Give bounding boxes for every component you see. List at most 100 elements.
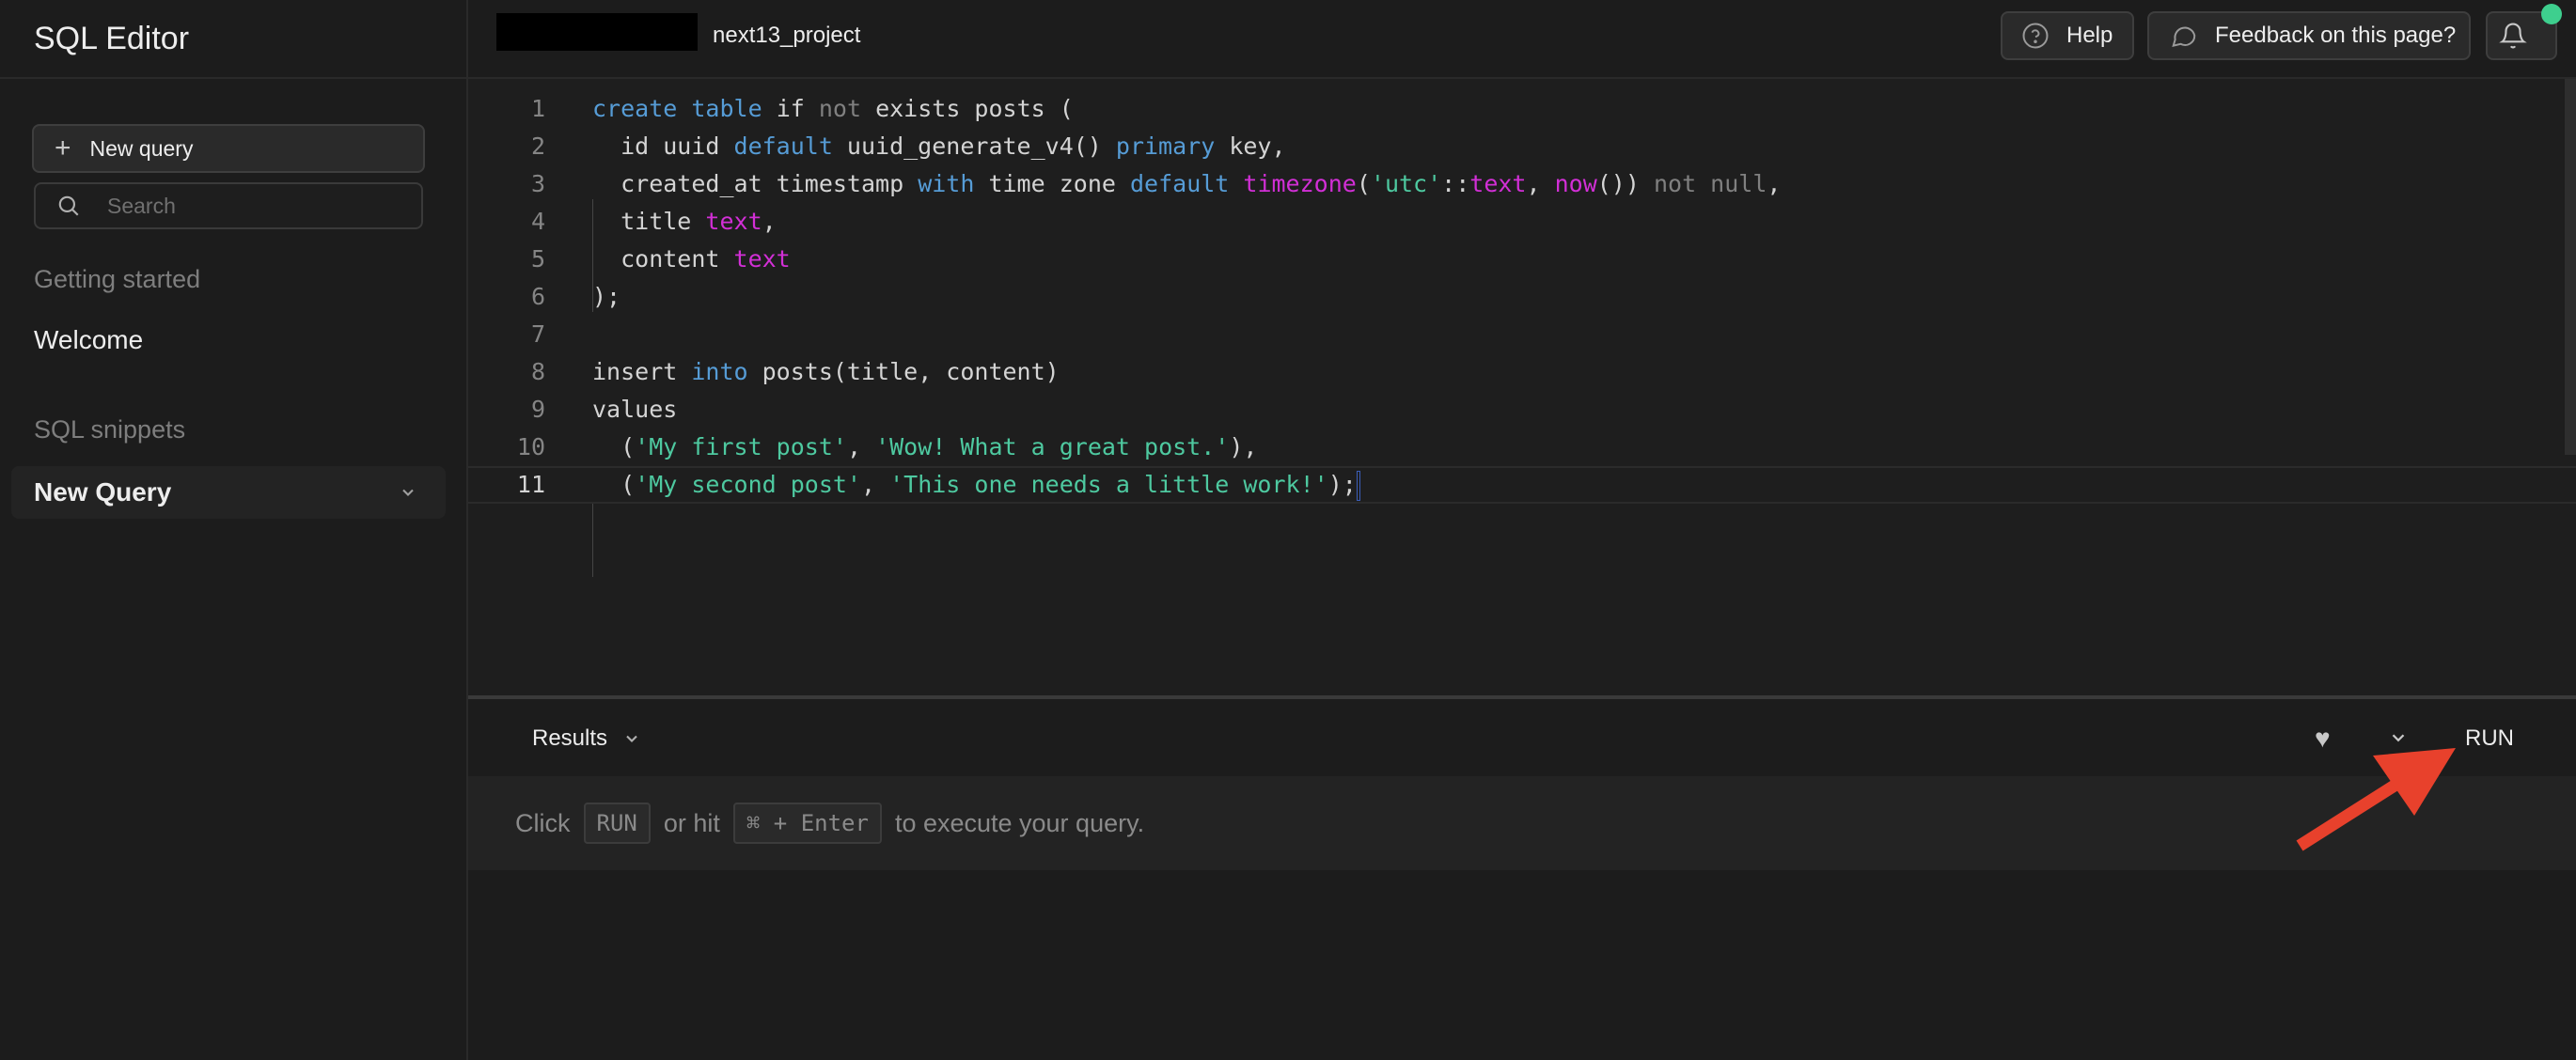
feedback-label: Feedback on this page?	[2215, 23, 2457, 48]
line-number: 4	[530, 208, 545, 235]
code-token: ())	[1596, 170, 1654, 197]
code-text: id uuid default uuid_generate_v4() prima…	[592, 128, 1285, 165]
new-query-button[interactable]: + New query	[32, 124, 425, 173]
sidebar-header: SQL Editor	[0, 0, 466, 79]
code-token: default	[733, 132, 833, 160]
code-token: primary	[1115, 132, 1216, 160]
line-number: 3	[530, 170, 545, 197]
run-kbd: RUN	[583, 803, 651, 844]
indent-guide	[592, 502, 593, 577]
code-token: exists posts (	[861, 95, 1074, 122]
code-token: ,	[762, 208, 777, 235]
code-line: 10 ('My first post', 'Wow! What a great …	[468, 429, 2576, 466]
code-token: ,	[860, 471, 890, 498]
code-line: 4 title text,	[468, 203, 2576, 241]
code-token: 'utc'	[1370, 170, 1442, 197]
code-token: 'My second post'	[635, 471, 861, 498]
code-line: 2 id uuid default uuid_generate_v4() pri…	[468, 128, 2576, 165]
code-line: 5 content text	[468, 241, 2576, 278]
help-button[interactable]: Help	[2001, 11, 2134, 60]
code-token: ::	[1441, 170, 1470, 197]
code-line: 1 create table if not exists posts (	[468, 90, 2576, 128]
top-bar: next13_project Help Feedback on this pag…	[468, 0, 2576, 79]
bell-icon	[2499, 23, 2527, 49]
code-line: 9 values	[468, 391, 2576, 429]
getting-started-label: Getting started	[34, 265, 201, 293]
code-token: (	[592, 471, 636, 498]
code-line: 8 insert into posts(title, content)	[468, 353, 2576, 391]
code-line: 6);	[468, 278, 2576, 316]
code-text: values	[592, 391, 677, 429]
chat-bubble-icon	[2172, 26, 2196, 48]
code-token: content	[592, 245, 734, 273]
help-label: Help	[2066, 23, 2113, 48]
search-box[interactable]	[34, 182, 423, 229]
results-tab[interactable]: Results	[532, 725, 641, 752]
snippet-item-new-query[interactable]: New Query	[11, 466, 446, 519]
search-input[interactable]	[105, 192, 410, 220]
code-token: );	[592, 283, 621, 310]
code-token: 'Wow! What a great post.'	[875, 433, 1230, 460]
code-token: title	[592, 208, 706, 235]
line-number: 1	[530, 95, 545, 122]
chevron-down-icon[interactable]	[399, 483, 417, 502]
line-number: 9	[530, 396, 545, 423]
code-token: with	[918, 170, 975, 197]
line-number: 7	[530, 320, 545, 348]
code-text: ('My second post', 'This one needs a lit…	[592, 468, 1360, 502]
code-text: insert into posts(title, content)	[592, 353, 1060, 391]
shortcut-kbd: ⌘ + Enter	[732, 803, 882, 844]
run-button[interactable]: RUN	[2465, 725, 2514, 752]
redacted-org-name	[496, 13, 698, 51]
code-token: values	[592, 396, 678, 423]
code-token: if	[762, 95, 819, 122]
app-title: SQL Editor	[34, 20, 190, 56]
feedback-button[interactable]: Feedback on this page?	[2147, 11, 2471, 60]
code-text: ('My first post', 'Wow! What a great pos…	[592, 429, 1257, 466]
code-token: uuid_generate_v4()	[832, 132, 1116, 160]
code-token: ),	[1229, 433, 1258, 460]
help-icon	[2022, 23, 2049, 49]
code-token: 'My first post'	[635, 433, 847, 460]
line-number: 2	[530, 132, 545, 160]
code-token: 'This one needs a little work!'	[889, 471, 1328, 498]
code-line: 7	[468, 316, 2576, 353]
code-token: ,	[1526, 170, 1555, 197]
code-token: );	[1327, 471, 1357, 498]
results-tab-label: Results	[532, 725, 608, 751]
code-token: (	[592, 433, 636, 460]
code-token: posts(title, content)	[747, 358, 1060, 385]
code-text: title text,	[592, 203, 777, 241]
snippet-item-label: New Query	[34, 477, 172, 507]
line-number: 6	[530, 283, 545, 310]
code-text: create table if not exists posts (	[592, 90, 1074, 128]
sql-code-editor[interactable]: 1 create table if not exists posts (2 id …	[468, 79, 2576, 695]
code-token: timezone	[1243, 170, 1357, 197]
editor-scrollbar[interactable]	[2565, 79, 2576, 455]
code-token: default	[1129, 170, 1230, 197]
hint-rest-text: to execute your query.	[894, 808, 1145, 837]
line-number: 5	[530, 245, 545, 273]
run-hint: Click RUN or hit ⌘ + Enter to execute yo…	[468, 776, 2576, 870]
project-name[interactable]: next13_project	[713, 23, 860, 49]
results-toolbar: Results ♥ RUN	[468, 695, 2576, 776]
code-text: );	[592, 278, 620, 316]
code-token: text	[705, 208, 762, 235]
plus-icon: +	[55, 132, 71, 164]
code-line: 3 created_at timestamp with time zone de…	[468, 165, 2576, 203]
code-token: time zone	[974, 170, 1130, 197]
text-cursor	[1356, 471, 1360, 501]
code-token: ,	[1767, 170, 1782, 197]
chevron-down-icon	[626, 735, 637, 742]
code-text: created_at timestamp with time zone defa…	[592, 165, 1781, 203]
sidebar-item-welcome[interactable]: Welcome	[34, 325, 143, 355]
code-token: text	[733, 245, 791, 273]
code-token: insert	[592, 358, 692, 385]
code-token: create	[592, 95, 678, 122]
code-token: table	[691, 95, 762, 122]
code-token: text	[1469, 170, 1527, 197]
sidebar: SQL Editor + New query Getting started W…	[0, 0, 468, 1060]
code-token: into	[691, 358, 748, 385]
